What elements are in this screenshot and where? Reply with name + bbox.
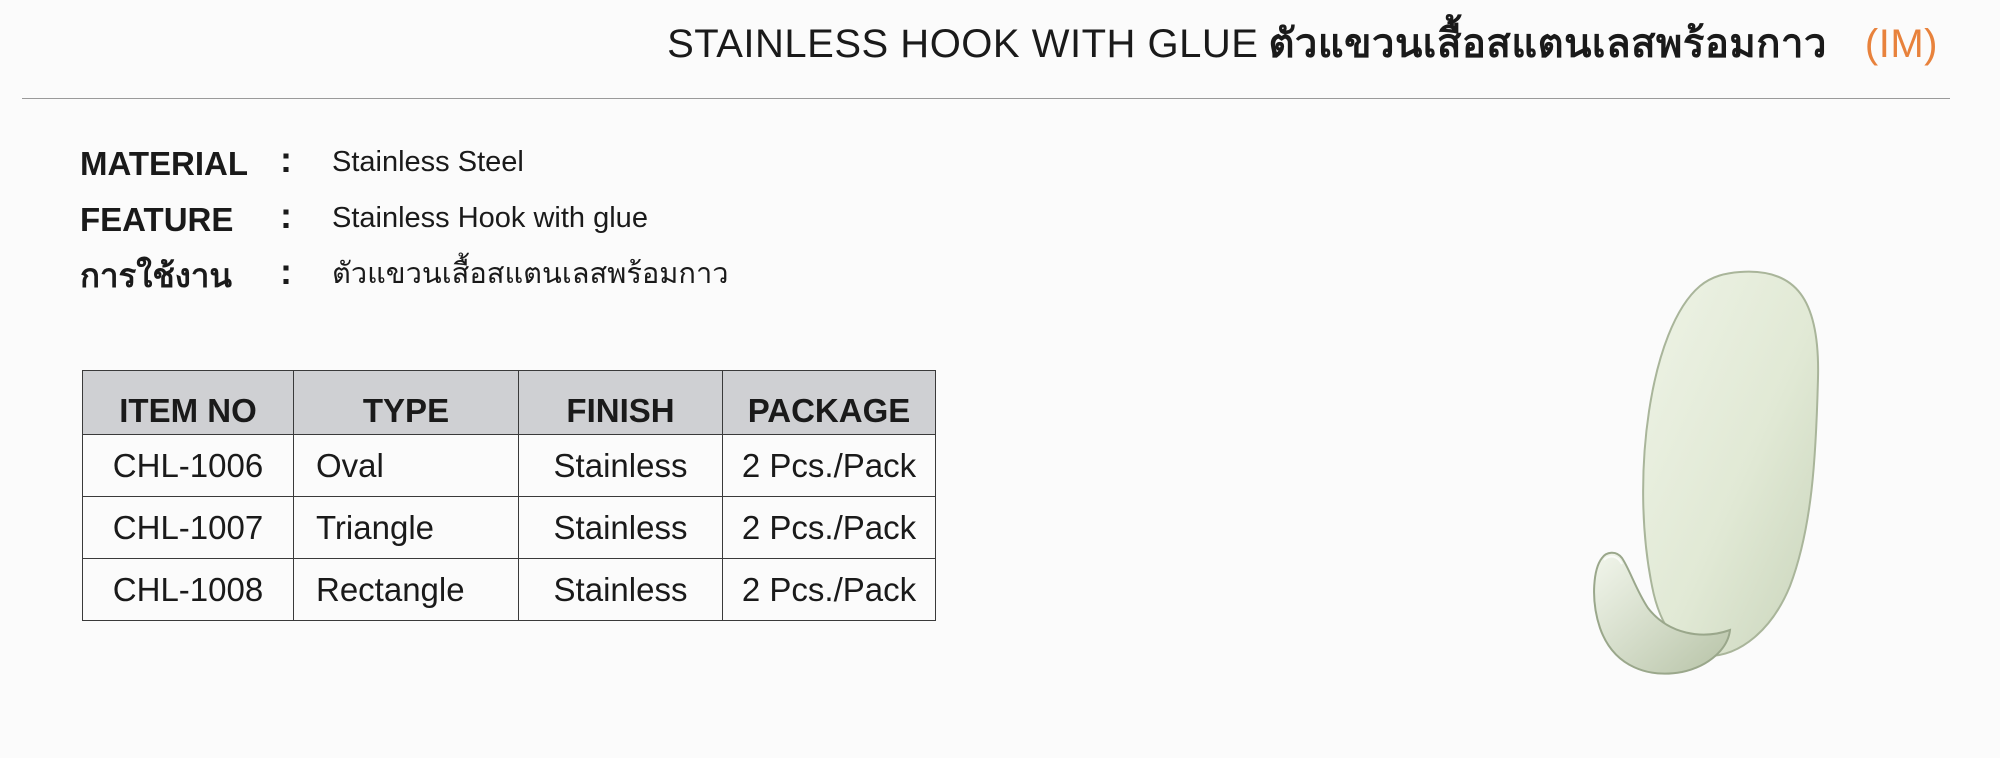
cell-item-no: CHL-1007 [82, 496, 294, 559]
cell-finish: Stainless [518, 558, 723, 621]
table-row: CHL-1008 Rectangle Stainless 2 Pcs./Pack [82, 558, 936, 621]
cell-type: Triangle [293, 496, 519, 559]
product-table: ITEM NO TYPE FINISH PACKAGE CHL-1006 Ova… [82, 370, 936, 621]
column-header-finish: FINISH [518, 370, 723, 435]
table-row: CHL-1007 Triangle Stainless 2 Pcs./Pack [82, 496, 936, 559]
header-divider [22, 98, 1950, 99]
cell-type: Oval [293, 434, 519, 497]
spec-colon: : [280, 251, 292, 292]
spec-label: การใช้งาน [80, 257, 232, 294]
cell-finish: Stainless [518, 496, 723, 559]
table-header-row: ITEM NO TYPE FINISH PACKAGE [82, 370, 936, 435]
cell-package: 2 Pcs./Pack [722, 558, 936, 621]
spec-value: Stainless Hook with glue [332, 202, 648, 234]
cell-package: 2 Pcs./Pack [722, 434, 936, 497]
cell-package: 2 Pcs./Pack [722, 496, 936, 559]
cell-finish: Stainless [518, 434, 723, 497]
spec-colon: : [280, 195, 292, 236]
spec-colon: : [280, 139, 292, 180]
spec-value: ตัวแขวนเสื้อสแตนเลสพร้อมกาว [332, 258, 729, 290]
spec-label: MATERIAL [80, 145, 249, 182]
oval-hook-product-image [1593, 270, 1820, 675]
column-header-item-no: ITEM NO [82, 370, 294, 435]
spec-label: FEATURE [80, 201, 234, 238]
cell-type: Rectangle [293, 558, 519, 621]
cell-item-no: CHL-1006 [82, 434, 294, 497]
title-english: STAINLESS HOOK WITH GLUE [667, 22, 1259, 66]
hook-plate [1642, 270, 1820, 658]
title-thai: ตัวแขวนเสื้อสแตนเลสพร้อมกาว [1268, 22, 1827, 66]
category-code: (IM) [1864, 22, 1938, 66]
column-header-package: PACKAGE [722, 370, 936, 435]
cell-item-no: CHL-1008 [82, 558, 294, 621]
table-row: CHL-1006 Oval Stainless 2 Pcs./Pack [82, 434, 936, 497]
page-header: STAINLESS HOOK WITH GLUE ตัวแขวนเสื้อสแตน… [667, 14, 1938, 74]
column-header-type: TYPE [293, 370, 519, 435]
spec-value: Stainless Steel [332, 146, 524, 178]
